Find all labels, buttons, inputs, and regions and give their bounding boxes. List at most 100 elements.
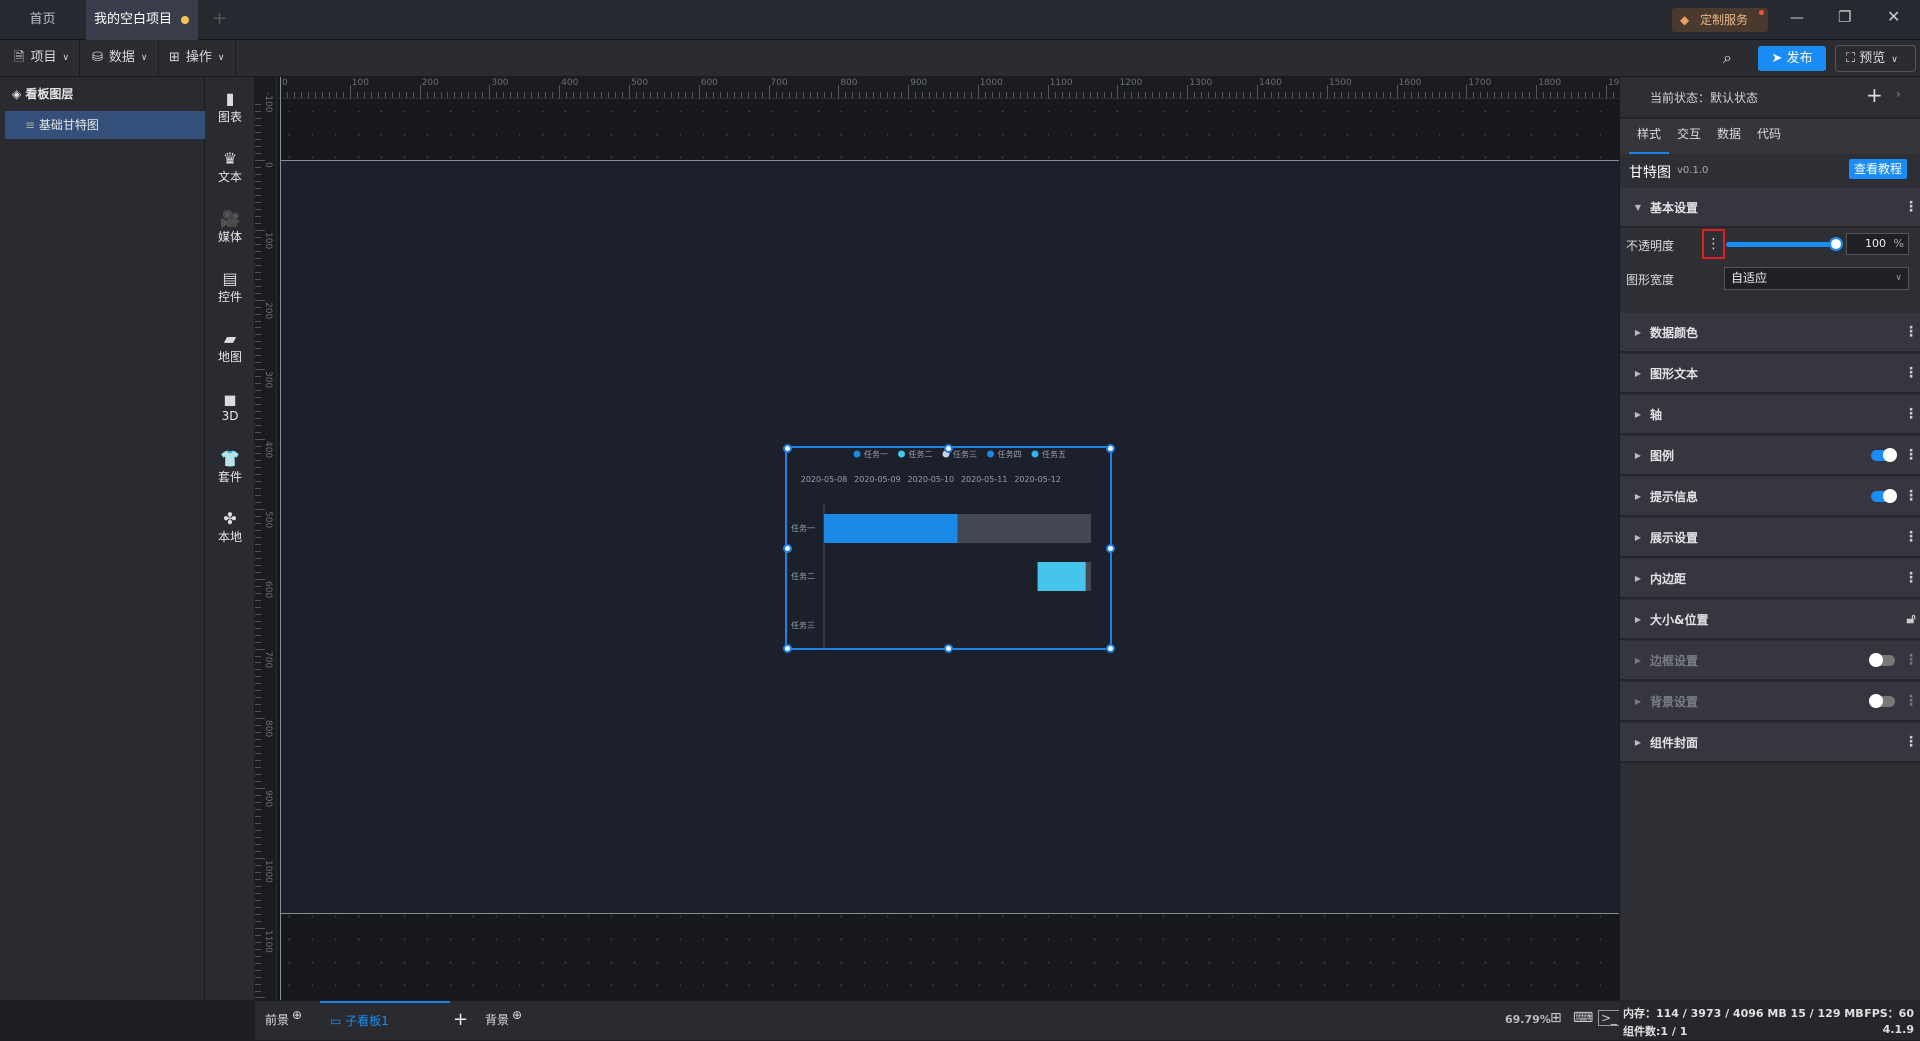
tab-style[interactable]: 样式 bbox=[1629, 119, 1669, 154]
more-icon[interactable]: ⋮ bbox=[1901, 325, 1920, 339]
section-7[interactable]: ▶ 大小&位置 🔓︎ bbox=[1620, 600, 1920, 640]
tab-sub-board[interactable]: ▭ 子看板1 bbox=[320, 1001, 450, 1041]
ruler-label: 500 bbox=[630, 78, 649, 88]
ruler-tick bbox=[1166, 92, 1168, 98]
ruler-tick bbox=[1271, 92, 1273, 98]
layer-label: 基础甘特图 bbox=[38, 118, 99, 132]
zoom-level[interactable]: 69.79% bbox=[1505, 1013, 1551, 1026]
section-0[interactable]: ▶ 数据颜色 ⋮ bbox=[1620, 313, 1920, 353]
gantt-chart-widget[interactable]: 任务一 任务二 任务三 任务四 任务五 2020-05-08 2020-05-09 2020-… bbox=[782, 443, 1115, 653]
memory-usage: 内存：114 / 3973 / 4096 MB 15 / 129 MB bbox=[1623, 1007, 1864, 1020]
resize-handle[interactable] bbox=[1105, 543, 1115, 553]
canvas-area[interactable]: 0 100 200 300 400 500 600 700 800 900 1000 1100 1200… bbox=[255, 77, 1619, 1000]
more-icon[interactable]: ⋮ bbox=[1901, 366, 1920, 380]
more-icon[interactable]: ⋮ bbox=[1901, 200, 1920, 214]
add-circle-icon[interactable]: ⊕ bbox=[512, 1008, 522, 1022]
close-icon[interactable]: ✕ bbox=[1887, 7, 1900, 26]
layer-item[interactable]: ≡ 基础甘特图 bbox=[5, 111, 205, 139]
tool-control[interactable]: ▤ 控件 bbox=[205, 257, 255, 317]
ruler-tick bbox=[255, 501, 261, 503]
tool-media[interactable]: 🎥 媒体 bbox=[205, 197, 255, 257]
ruler-tick bbox=[255, 348, 261, 350]
vertical-ruler[interactable]: -100 0 100 200 300 400 500 600 700 800 900 1000 1100 bbox=[255, 77, 277, 1000]
section-9[interactable]: ▶ 背景设置 ⋮ bbox=[1620, 682, 1920, 722]
add-board-button[interactable]: + bbox=[453, 1009, 468, 1030]
more-icon[interactable]: ⋮ bbox=[1901, 571, 1920, 585]
tool-cube[interactable]: ◼ 3D bbox=[205, 377, 255, 437]
custom-service-button[interactable]: ◆ 定制服务 bbox=[1672, 8, 1768, 32]
resize-handle[interactable] bbox=[944, 443, 953, 453]
tab-home[interactable]: 首页 bbox=[0, 0, 85, 40]
tab-background[interactable]: 背景 ⊕ bbox=[485, 1008, 522, 1028]
toggle-switch[interactable] bbox=[1869, 652, 1895, 667]
search-icon[interactable]: ⌕ bbox=[1723, 48, 1732, 68]
resize-handle[interactable] bbox=[944, 643, 953, 653]
width-select[interactable]: 自适应 ∨ bbox=[1724, 267, 1909, 290]
menu-operation[interactable]: ⊞ 操作 ∨ bbox=[159, 40, 236, 76]
tool-chart[interactable]: ▮ 图表 bbox=[205, 77, 255, 137]
slider-thumb[interactable] bbox=[1829, 237, 1843, 251]
section-1[interactable]: ▶ 图形文本 ⋮ bbox=[1620, 354, 1920, 394]
resize-handle[interactable] bbox=[1105, 443, 1115, 453]
more-icon[interactable]: ⋮ bbox=[1901, 530, 1920, 544]
section-6[interactable]: ▶ 内边距 ⋮ bbox=[1620, 559, 1920, 599]
ruler-tick bbox=[719, 92, 721, 98]
resize-handle[interactable] bbox=[782, 643, 792, 653]
tool-kit[interactable]: 👕 套件 bbox=[205, 437, 255, 497]
resize-handle[interactable] bbox=[782, 443, 792, 453]
tool-puzzle[interactable]: ✤ 本地 bbox=[205, 497, 255, 557]
restore-icon[interactable]: ❐ bbox=[1838, 8, 1851, 26]
tool-map[interactable]: ▰ 地图 bbox=[205, 317, 255, 377]
minimize-icon[interactable]: — bbox=[1790, 10, 1804, 26]
section-2[interactable]: ▶ 轴 ⋮ bbox=[1620, 395, 1920, 435]
more-icon[interactable]: ⋮ bbox=[1901, 407, 1920, 421]
menu-label: 项目 bbox=[30, 50, 57, 65]
section-4[interactable]: ▶ 提示信息 ⋮ bbox=[1620, 477, 1920, 517]
section-basic[interactable]: ▼ 基本设置 ⋮ bbox=[1620, 188, 1920, 228]
section-8[interactable]: ▶ 边框设置 ⋮ bbox=[1620, 641, 1920, 681]
tab-code[interactable]: 代码 bbox=[1749, 119, 1789, 149]
ruler-tick bbox=[461, 92, 463, 98]
toggle-switch[interactable] bbox=[1871, 447, 1897, 462]
caret-right-icon: ▶ bbox=[1634, 450, 1642, 460]
ruler-tick bbox=[1459, 92, 1461, 98]
section-3[interactable]: ▶ 图例 ⋮ bbox=[1620, 436, 1920, 476]
ruler-tick bbox=[1431, 92, 1433, 98]
ruler-tick bbox=[1487, 92, 1489, 98]
resize-handle[interactable] bbox=[782, 543, 792, 553]
section-10[interactable]: ▶ 组件封面 ⋮ bbox=[1620, 723, 1920, 763]
add-state-button[interactable]: + bbox=[1866, 83, 1883, 107]
resize-handle[interactable] bbox=[1105, 643, 1115, 653]
tool-text[interactable]: ♛ 文本 bbox=[205, 137, 255, 197]
more-icon[interactable]: ⋮ bbox=[1901, 694, 1920, 708]
toggle-switch[interactable] bbox=[1871, 488, 1897, 503]
more-icon[interactable]: ⋮ bbox=[1901, 489, 1920, 503]
more-icon[interactable]: ⋮ bbox=[1901, 735, 1920, 749]
tab-data[interactable]: 数据 bbox=[1709, 119, 1749, 149]
keyboard-icon[interactable]: ⌨ bbox=[1573, 1010, 1593, 1026]
tab-interaction[interactable]: 交互 bbox=[1669, 119, 1709, 149]
preview-button[interactable]: ⛶ 预览 ∨ bbox=[1835, 45, 1916, 72]
fit-screen-icon[interactable]: ⊞ bbox=[1550, 1010, 1562, 1026]
opacity-more-icon[interactable]: ⋮ bbox=[1702, 229, 1725, 259]
add-circle-icon[interactable]: ⊕ bbox=[292, 1008, 302, 1022]
lock-icon[interactable]: 🔓︎ bbox=[1901, 612, 1920, 626]
more-icon[interactable]: ⋮ bbox=[1901, 448, 1920, 462]
horizontal-ruler[interactable]: 0 100 200 300 400 500 600 700 800 900 1000 1100 1200… bbox=[255, 77, 1619, 99]
tutorial-button[interactable]: 查看教程 bbox=[1849, 159, 1907, 179]
tab-foreground[interactable]: 前景 ⊕ bbox=[265, 1008, 302, 1028]
menu-data[interactable]: ⛁ 数据 ∨ bbox=[82, 40, 159, 76]
layers-icon: ◈ bbox=[12, 87, 26, 101]
more-icon[interactable]: ⋮ bbox=[1901, 653, 1920, 667]
opacity-input[interactable]: 100% bbox=[1846, 233, 1909, 255]
terminal-icon[interactable]: >_ bbox=[1598, 1010, 1621, 1026]
ruler-tick bbox=[255, 578, 265, 580]
ruler-tick bbox=[1096, 92, 1098, 98]
publish-button[interactable]: ➤ 发布 bbox=[1758, 46, 1826, 71]
menu-project[interactable]: 🗎 项目 ∨ bbox=[4, 40, 81, 76]
toggle-switch[interactable] bbox=[1869, 693, 1895, 708]
opacity-slider[interactable] bbox=[1726, 237, 1843, 251]
new-tab-button[interactable]: + bbox=[212, 8, 227, 29]
chevron-right-icon[interactable]: › bbox=[1896, 87, 1901, 101]
section-5[interactable]: ▶ 展示设置 ⋮ bbox=[1620, 518, 1920, 558]
